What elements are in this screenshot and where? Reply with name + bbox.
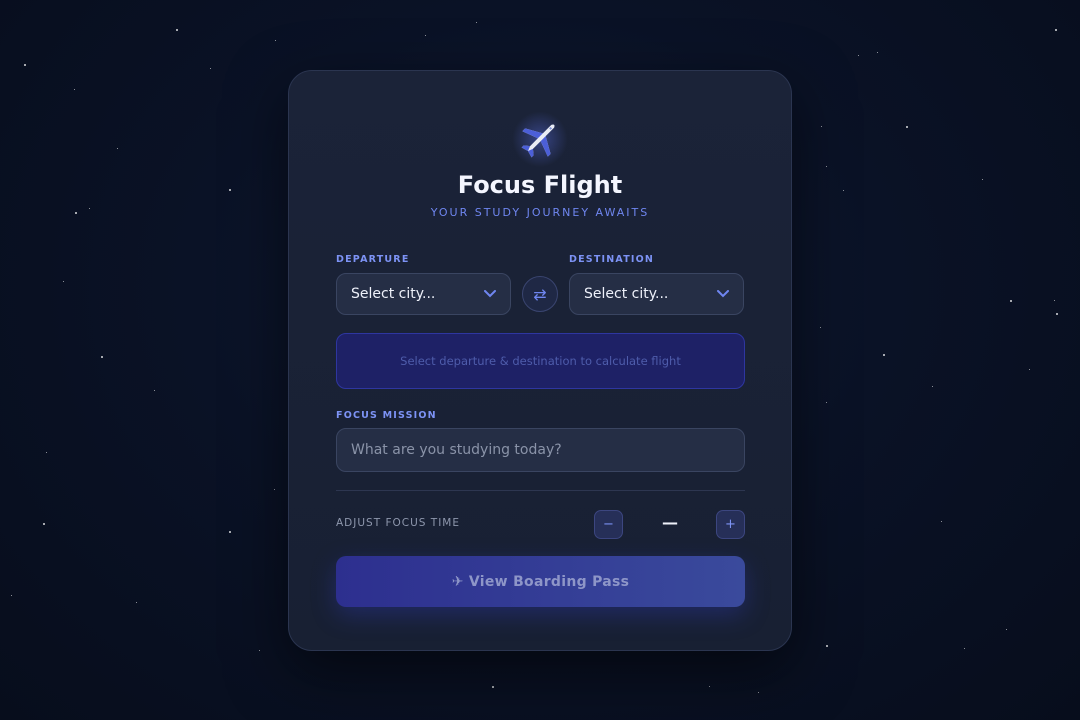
departure-select[interactable]: Select city... (336, 273, 511, 315)
flight-info-message: Select departure & destination to calcul… (336, 333, 745, 389)
app-title: Focus Flight (457, 171, 623, 199)
view-boarding-pass-label: ✈ View Boarding Pass (451, 573, 630, 590)
adjust-focus-time-label: ADJUST FOCUS TIME (336, 517, 460, 529)
increase-time-button[interactable]: + (716, 510, 745, 539)
chevron-down-icon (484, 290, 496, 298)
focus-time-value: — (662, 513, 678, 532)
focus-mission-label: FOCUS MISSION (336, 410, 437, 421)
decrease-time-button[interactable]: − (594, 510, 623, 539)
chevron-down-icon (717, 290, 729, 298)
swap-cities-button[interactable]: ⇄ (522, 276, 558, 312)
plus-icon: + (725, 517, 736, 532)
flight-setup-card: Focus Flight YOUR STUDY JOURNEY AWAITS D… (288, 70, 792, 651)
logo (504, 109, 576, 169)
divider (336, 490, 745, 491)
departure-select-value: Select city... (351, 286, 436, 302)
destination-label: DESTINATION (569, 254, 655, 265)
view-boarding-pass-button[interactable]: ✈ View Boarding Pass (336, 556, 745, 607)
minus-icon: − (603, 517, 614, 532)
destination-select[interactable]: Select city... (569, 273, 744, 315)
swap-arrows-icon: ⇄ (533, 284, 547, 304)
destination-select-value: Select city... (584, 286, 669, 302)
app-subtitle: YOUR STUDY JOURNEY AWAITS (430, 206, 650, 219)
departure-label: DEPARTURE (336, 254, 410, 265)
focus-mission-input[interactable] (336, 428, 745, 472)
airplane-icon (521, 124, 555, 158)
